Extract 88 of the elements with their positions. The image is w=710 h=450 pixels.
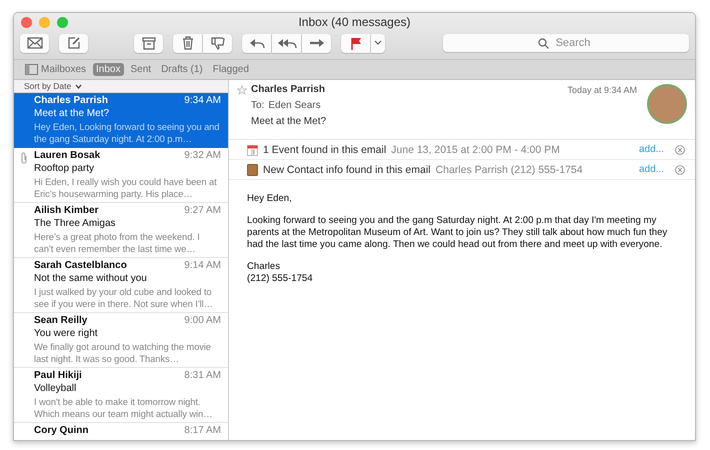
compose-button[interactable] [59,34,88,52]
favorites-item[interactable]: Sent [128,63,154,76]
message-subject: Rooftop party [34,163,96,175]
favorites-item[interactable]: Flagged [210,63,252,76]
message-item[interactable]: Lauren Bosak 9:32 AM Rooftop party Hi Eden, I really wish you could have been at Eric’s housewarming party. His place… [14,148,228,203]
sender-name: Cory Quinn [34,425,88,437]
reply-all-button[interactable] [272,34,301,52]
search-icon [538,38,549,49]
message-time: 9:00 AM [184,315,221,327]
message-time: 8:17 AM [184,425,221,437]
dismiss-button[interactable] [675,144,685,154]
recipient-name: Eden Sears [268,100,321,111]
compose-icon [66,36,80,50]
suggestion-title: New Contact info found in this email [263,164,431,176]
address-book-icon [247,164,258,176]
favorites-item[interactable]: Mailboxes [22,63,90,76]
sender-name: Sean Reilly [34,315,88,327]
flag-menu-button[interactable] [371,34,385,52]
signature-line: Charles [247,261,282,273]
message-preview: Hi Eden, I really wish you could have been at Eric’s housewarming party. His place… [34,176,218,199]
sender-name: Charles Parrish [34,95,108,107]
sidebar-icon [25,64,38,75]
close-icon [675,164,685,174]
reply-button[interactable] [242,34,271,52]
trash-icon [182,36,194,50]
message-item[interactable]: Ailish Kimber 9:27 AM The Three Amigas Here’s a great photo from the weekend. I can’t even remember the last time we… [14,203,228,258]
message-item[interactable]: Sean Reilly 9:00 AM You were right We finally got around to watching the movie last night. It was so good. Thanks… [14,313,228,368]
message-time: 8:31 AM [184,370,221,382]
message-subject: You were right [34,328,99,340]
suggestion-detail: Charles Parrish (212) 555-1754 [436,164,583,176]
chevron-down-icon [75,84,82,88]
forward-arrow-icon [308,37,324,49]
message-subject: Volleyball [34,383,78,395]
caret-icon [374,40,382,46]
add-link[interactable]: add... [638,164,664,175]
flag-icon [350,36,362,50]
message-time: 9:32 AM [184,150,221,162]
favorites-item[interactable]: Drafts (1) [158,63,206,76]
recipient-label: To: [251,100,264,111]
archive-button[interactable] [134,34,163,52]
message-time: 9:34 AM [184,95,221,107]
sort-menu[interactable]: Sort by Date [14,80,228,93]
message-time: 9:14 AM [184,260,221,272]
window-title: Inbox (40 messages) [298,15,411,29]
message-preview: I won't be able to make it tomorrow night. Which means our team might actually win… [34,396,214,419]
message-date: Today at 9:34 AM [567,84,637,94]
envelope-icon [26,37,42,49]
suggestion-detail: June 13, 2015 at 2:00 PM - 4:00 PM [391,144,560,156]
paperclip-icon [20,152,28,164]
suggestion-title: 1 Event found in this email [263,144,386,156]
sender-name: Ailish Kimber [34,205,98,217]
message-preview: Here’s a great photo from the weekend. I can’t even remember the last time we… [34,231,201,254]
calendar-icon [247,144,258,156]
flag-button[interactable] [341,34,370,52]
archive-box-icon [142,36,156,50]
sender-name: Lauren Bosak [34,150,100,162]
close-button[interactable] [21,16,32,28]
dismiss-button[interactable] [675,164,685,174]
avatar [647,84,687,124]
favorites-item[interactable]: Inbox [93,63,124,76]
reply-icon [248,37,264,49]
reply-all-icon [276,37,296,49]
message-subject: The Three Amigas [34,218,117,230]
message-preview: Hey Eden, Looking forward to seeing you and the gang Saturday night. At 2:00 p.m… [34,121,220,144]
message-item[interactable]: Charles Parrish 9:34 AM Meet at the Met? Hey Eden, Looking forward to seeing you and the gang Saturday night. At 2:00 p.m… [14,93,228,148]
message-subject: Not the same without you [34,273,148,285]
message-time: 9:27 AM [184,205,221,217]
sender-name: Sarah Castelblanco [34,260,127,272]
sender-name: Paul Hikiji [34,370,82,382]
close-icon [675,144,685,154]
thumbs-down-icon [210,36,224,50]
body-paragraph: Looking forward to seeing you and the gang Saturday night. At 2:00 p.m that day I'm meeting my parents at the Metropolitan Museum of Art. Want to join us? They still talk about how much fun they had the last time you came along. Then we could head out from there and meet up with everyone. [247,215,668,251]
sender-name: Charles Parrish [251,84,325,95]
message-item[interactable]: Cory Quinn 8:17 AM [14,423,228,440]
message-subject: Meet at the Met? [250,116,328,127]
search-field[interactable]: Search [443,34,689,52]
message-item[interactable]: Paul Hikiji 8:31 AM Volleyball I won't be able to make it tomorrow night. Which means our team might actually win… [14,368,228,423]
message-subject: Meet at the Met? [34,108,110,120]
signature-line: (212) 555-1754 [247,273,314,285]
body-paragraph: Hey Eden, [247,193,293,205]
junk-button[interactable] [203,34,232,52]
mail-button[interactable] [20,34,49,52]
add-link[interactable]: add... [638,144,664,155]
message-preview: I just walked by your old cube and looked to see if you were in there. Not sure when I’ll… [34,286,214,309]
delete-button[interactable] [173,34,202,52]
message-item[interactable]: Sarah Castelblanco 9:14 AM Not the same without you I just walked by your old cube and looked to see if you were in there. Not sure when I’ll… [14,258,228,313]
forward-button[interactable] [302,34,331,52]
message-preview: We finally got around to watching the movie last night. It was so good. Thanks… [34,341,212,364]
